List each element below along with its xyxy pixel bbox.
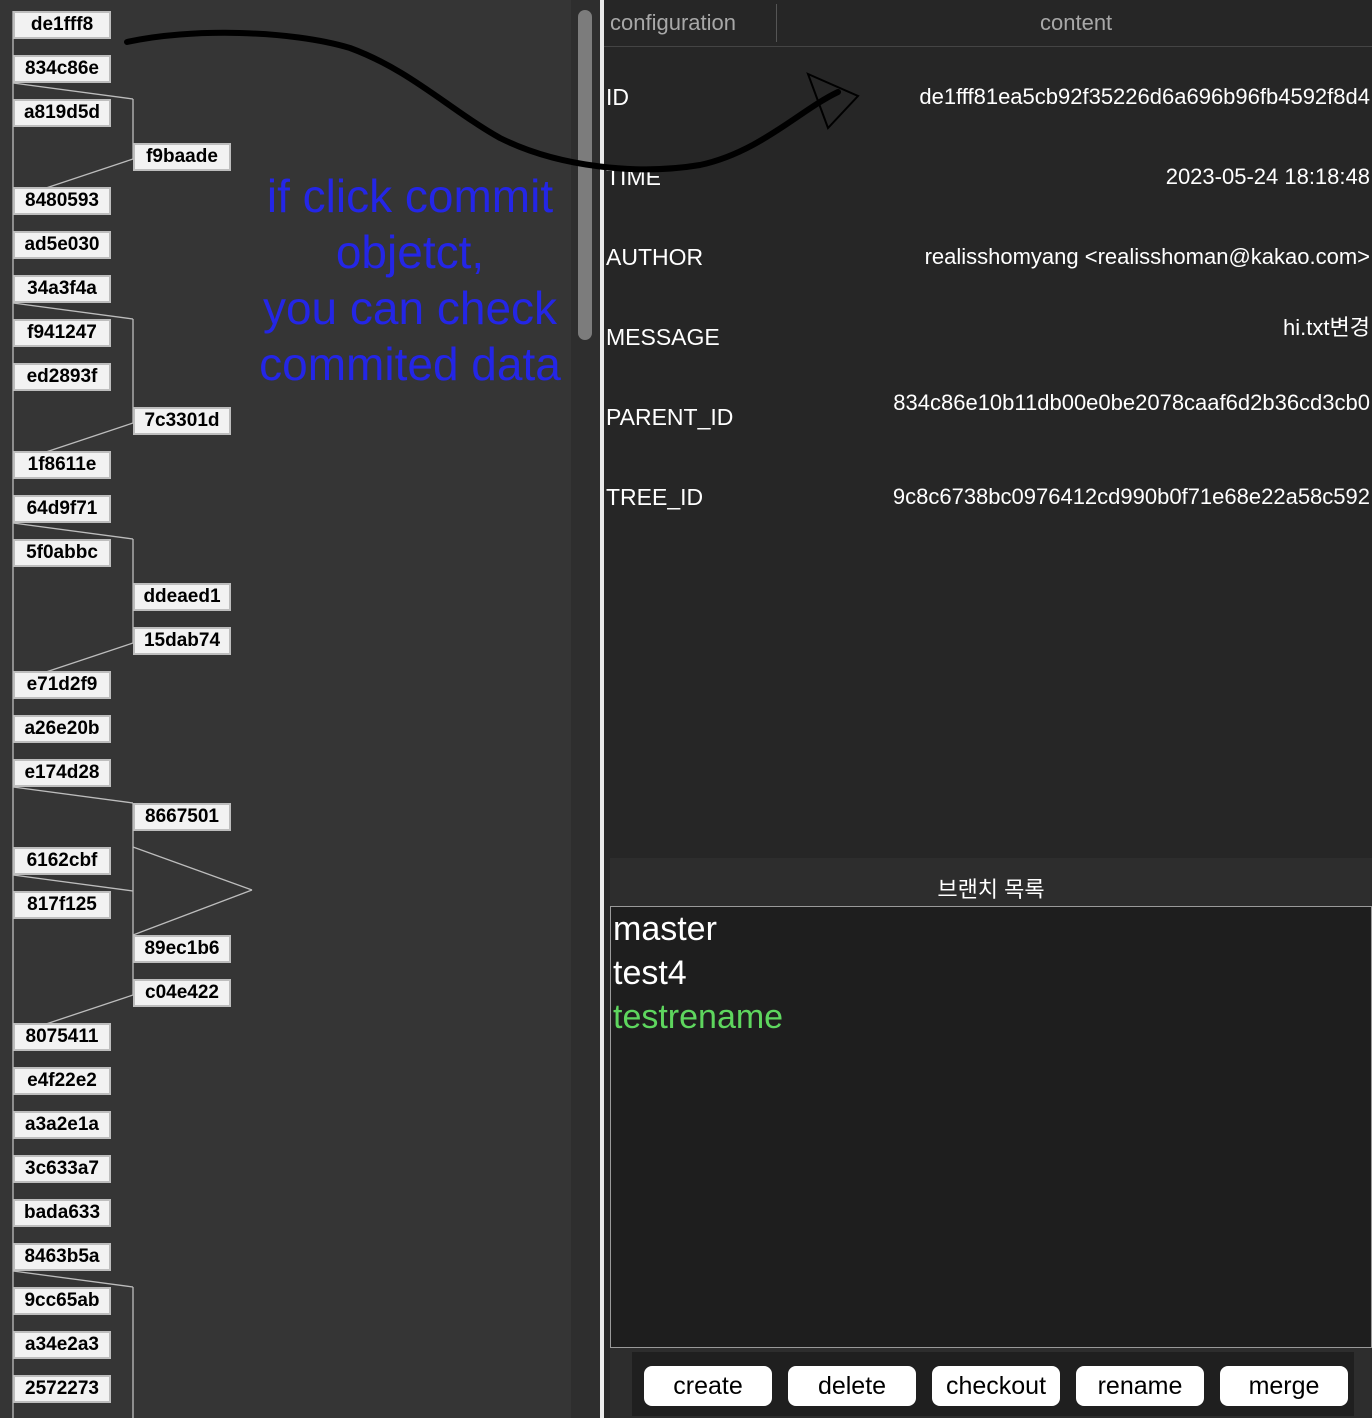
graph-edge-zigzag-a [132, 846, 253, 891]
commit-node-de1fff8[interactable]: de1fff8 [13, 11, 111, 39]
branch-item-master[interactable]: master [611, 907, 1371, 951]
branch-panel: 브랜치 목록 master test4 testrename create de… [610, 858, 1372, 1418]
commit-node-3c633a7[interactable]: 3c633a7 [13, 1155, 111, 1183]
create-button[interactable]: create [644, 1366, 772, 1406]
graph-edge-fork-0 [12, 82, 134, 100]
details-panel: configuration content ID de1fff81ea5cb92… [604, 0, 1372, 1418]
branch-list-title: 브랜치 목록 [937, 877, 1045, 902]
commit-node-a3a2e1a[interactable]: a3a2e1a [13, 1111, 111, 1139]
graph-edge-fork-1 [12, 302, 134, 320]
parent-id-value: 834c86e10b11db00e0be2078caaf6d2b36cd3cb0 [893, 390, 1370, 415]
commit-node-8463b5a[interactable]: 8463b5a [13, 1243, 111, 1271]
commit-node-a26e20b[interactable]: a26e20b [13, 715, 111, 743]
commit-node-c04e422[interactable]: c04e422 [133, 979, 231, 1007]
commit-node-e71d2f9[interactable]: e71d2f9 [13, 671, 111, 699]
commit-node-f9baade[interactable]: f9baade [133, 143, 231, 171]
commit-node-7c3301d[interactable]: 7c3301d [133, 407, 231, 435]
id-value: de1fff81ea5cb92f35226d6a696b96fb4592f8d4 [919, 84, 1370, 109]
column-separator[interactable] [776, 4, 777, 42]
commit-node-15dab74[interactable]: 15dab74 [133, 627, 231, 655]
commit-graph-panel: de1fff8 834c86e a819d5d f9baade 8480593 ad5e0… [0, 0, 600, 1418]
parent-id-label: PARENT_ID [606, 404, 734, 430]
commit-node-2572273[interactable]: 2572273 [13, 1375, 111, 1403]
graph-edge-fork-last [12, 1270, 134, 1288]
rename-button[interactable]: rename [1076, 1366, 1204, 1406]
commit-node-ed2893f[interactable]: ed2893f [13, 363, 111, 391]
branch-item-testrename[interactable]: testrename [611, 995, 1371, 1039]
message-label: MESSAGE [606, 324, 720, 350]
branch-button-bar: create delete checkout rename merge [632, 1352, 1354, 1416]
commit-node-5f0abbc[interactable]: 5f0abbc [13, 539, 111, 567]
commit-node-834c86e[interactable]: 834c86e [13, 55, 111, 83]
checkout-button[interactable]: checkout [932, 1366, 1060, 1406]
graph-edge-zigzag-c [12, 874, 134, 892]
configuration-column-header[interactable]: configuration [610, 10, 736, 36]
author-label: AUTHOR [606, 244, 704, 270]
commit-node-f941247[interactable]: f941247 [13, 319, 111, 347]
commit-node-ddeaed1[interactable]: ddeaed1 [133, 583, 231, 611]
commit-node-6162cbf[interactable]: 6162cbf [13, 847, 111, 875]
commit-node-e4f22e2[interactable]: e4f22e2 [13, 1067, 111, 1095]
graph-edge-zigzag-b [132, 889, 253, 936]
id-label: ID [606, 84, 629, 110]
commit-node-89ec1b6[interactable]: 89ec1b6 [133, 935, 231, 963]
branch-item-test4[interactable]: test4 [611, 951, 1371, 995]
graph-scrollbar-thumb[interactable] [578, 10, 592, 340]
graph-edge-fork-2 [12, 522, 134, 540]
details-table-header: configuration content [604, 0, 1372, 47]
message-value: hi.txt변경 [1283, 315, 1370, 340]
commit-node-a34e2a3[interactable]: a34e2a3 [13, 1331, 111, 1359]
commit-node-bada633[interactable]: bada633 [13, 1199, 111, 1227]
branch-list[interactable]: master test4 testrename [610, 906, 1372, 1348]
tree-id-value: 9c8c6738bc0976412cd990b0f71e68e22a58c592 [892, 484, 1370, 509]
tree-id-label: TREE_ID [606, 484, 704, 510]
commit-node-8075411[interactable]: 8075411 [13, 1023, 111, 1051]
commit-node-8480593[interactable]: 8480593 [13, 187, 111, 215]
commit-node-9cc65ab[interactable]: 9cc65ab [13, 1287, 111, 1315]
commit-node-64d9f71[interactable]: 64d9f71 [13, 495, 111, 523]
time-value: 2023-05-24 18:18:48 [1165, 164, 1370, 189]
commit-node-e174d28[interactable]: e174d28 [13, 759, 111, 787]
annotation-line-1: if click commit [266, 170, 554, 222]
commit-node-a819d5d[interactable]: a819d5d [13, 99, 111, 127]
commit-node-1f8611e[interactable]: 1f8611e [13, 451, 111, 479]
annotation-line-3: you can check [262, 282, 558, 334]
annotation-line-4: commited data [259, 338, 561, 390]
commit-node-817f125[interactable]: 817f125 [13, 891, 111, 919]
commit-node-34a3f4a[interactable]: 34a3f4a [13, 275, 111, 303]
author-value: realisshomyang <realisshoman@kakao.com> [924, 244, 1370, 269]
commit-node-ad5e030[interactable]: ad5e030 [13, 231, 111, 259]
time-label: TIME [606, 164, 661, 190]
content-column-header[interactable]: content [1040, 10, 1112, 36]
graph-edge-fork-3 [12, 786, 134, 804]
merge-button[interactable]: merge [1220, 1366, 1348, 1406]
delete-button[interactable]: delete [788, 1366, 916, 1406]
annotation-line-2: objetct, [335, 226, 485, 278]
commit-node-8667501[interactable]: 8667501 [133, 803, 231, 831]
